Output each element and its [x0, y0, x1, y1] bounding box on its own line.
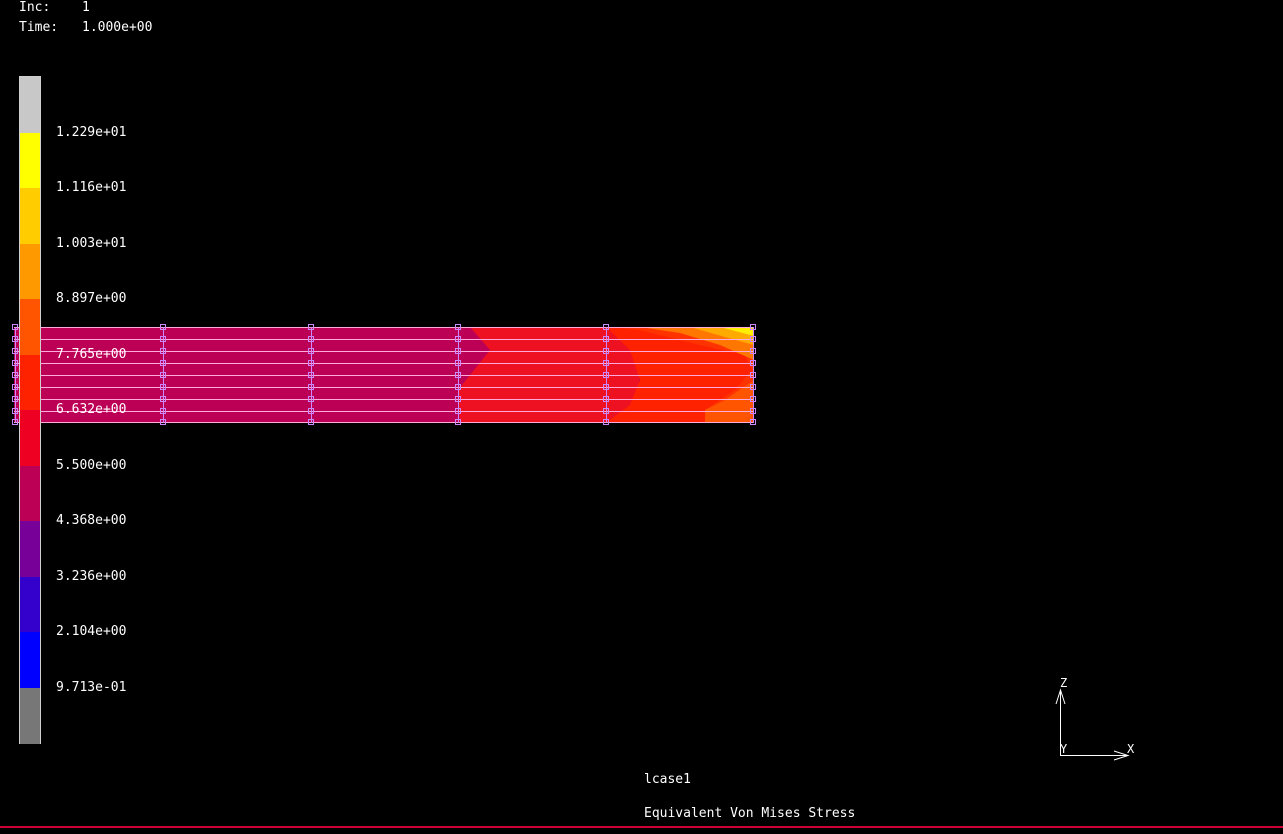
- increment-value: 1: [82, 0, 90, 15]
- legend-value-label: 2.104e+00: [56, 624, 127, 639]
- color-legend-bar: [19, 76, 41, 744]
- legend-value-label: 6.632e+00: [56, 402, 127, 417]
- legend-swatch: [20, 354, 40, 411]
- legend-swatch: [20, 632, 40, 688]
- legend-swatch: [20, 465, 40, 522]
- time-value: 1.000e+00: [82, 20, 153, 35]
- result-viewport[interactable]: [0, 0, 1283, 834]
- legend-swatch: [20, 410, 40, 466]
- legend-value-label: 1.003e+01: [56, 235, 127, 251]
- legend-swatch: [20, 243, 40, 300]
- legend-value-label: 8.897e+00: [56, 291, 127, 306]
- mesh-plot[interactable]: [0, 0, 1283, 830]
- legend-value-label: 4.368e+00: [56, 513, 127, 528]
- legend-value-label: 5.500e+00: [56, 457, 127, 473]
- legend-swatch: [20, 687, 40, 744]
- legend-swatch: [20, 77, 40, 133]
- axis-y-label: Y: [1060, 742, 1068, 756]
- legend-value-label: 9.713e-01: [56, 679, 127, 695]
- legend-swatch: [20, 299, 40, 355]
- time-label: Time:: [19, 20, 59, 35]
- result-name-label: Equivalent Von Mises Stress: [644, 806, 856, 821]
- legend-swatch: [20, 132, 40, 189]
- legend-value-label: 1.116e+01: [56, 180, 127, 195]
- legend-value-label: 3.236e+00: [56, 568, 127, 584]
- legend-value-label: 1.229e+01: [56, 124, 127, 140]
- legend-swatch: [20, 576, 40, 633]
- legend-value-label: 7.765e+00: [56, 346, 127, 362]
- increment-label: Inc:: [19, 0, 51, 15]
- legend-swatch: [20, 188, 40, 244]
- bottom-border: [0, 826, 1283, 828]
- load-case-label: lcase1: [644, 772, 691, 787]
- legend-swatch: [20, 521, 40, 577]
- axis-z-label: Z: [1060, 676, 1068, 690]
- axis-x-label: X: [1127, 742, 1135, 756]
